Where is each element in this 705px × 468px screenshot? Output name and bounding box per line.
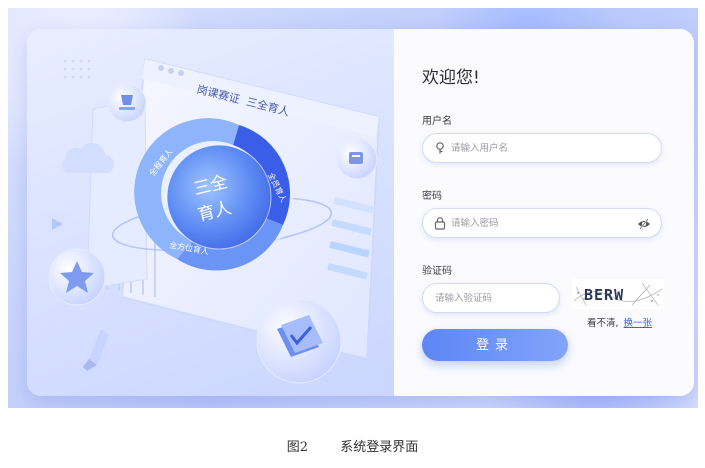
welcome-title: 欢迎您! [422,68,480,88]
figure-title: 系统登录界面 [340,440,419,455]
figure-number: 图2 [286,440,309,455]
screenshot-frame: 岗课赛证 三全育人 三全 育人 全程育人 全员育人 全方位育人 欢迎您! 用户名… [8,8,698,408]
user-icon [436,142,444,154]
captcha-field[interactable] [422,283,560,313]
lock-icon [434,217,446,230]
username-label: 用户名 [422,116,452,127]
play-shape [41,211,71,237]
captcha-label: 验证码 [422,266,452,277]
illustration-panel: 岗课赛证 三全育人 三全 育人 全程育人 全员育人 全方位育人 [27,29,394,396]
captcha-input[interactable] [435,290,553,306]
login-card: 岗课赛证 三全育人 三全 育人 全程育人 全员育人 全方位育人 欢迎您! 用户名… [27,29,694,396]
bubble-icon-star [48,248,106,306]
figure-caption: 图2 系统登录界面 [0,436,705,455]
login-panel: 欢迎您! 用户名 密码 [394,29,694,396]
username-field[interactable] [422,133,662,163]
eye-off-icon[interactable] [637,217,651,231]
bubble-icon-right [336,138,378,180]
password-field[interactable] [422,208,662,238]
bubble-icon-top [107,83,147,123]
refresh-captcha-link[interactable]: 换一张 [624,318,653,329]
unclear-text: 看不清, [587,318,619,329]
captcha-text: BERW [584,286,624,304]
password-label: 密码 [422,191,442,202]
captcha-hint: 看不清, 换一张 [587,315,652,329]
dot-grid [63,59,91,79]
bubble-icon-check [256,298,342,384]
password-input[interactable] [451,215,631,231]
username-input[interactable] [451,140,631,156]
captcha-image[interactable]: BERW [572,279,664,309]
login-button[interactable]: 登录 [422,329,568,361]
pencil-shape [83,329,109,371]
